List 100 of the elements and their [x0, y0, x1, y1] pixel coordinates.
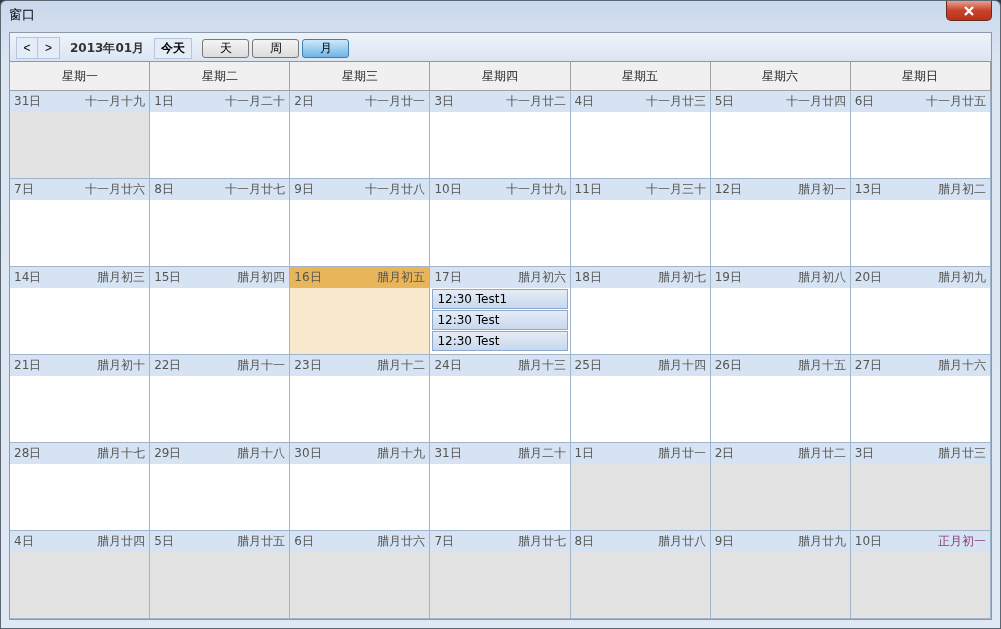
day-cell[interactable]: 8日 腊月廿八	[570, 531, 711, 619]
day-number: 9日	[714, 533, 735, 550]
day-number: 6日	[294, 533, 314, 550]
day-number: 27日	[854, 357, 883, 374]
day-number: 22日	[154, 357, 182, 374]
event-item[interactable]: 12:30 Test1	[432, 289, 568, 309]
day-number: 1日	[574, 445, 595, 462]
day-cell[interactable]: 16日 腊月初五	[290, 267, 431, 355]
lunar-date: 腊月廿三	[938, 445, 986, 462]
day-cell[interactable]: 7日 十一月廿六	[10, 179, 151, 267]
day-cell[interactable]: 1日 腊月廿一	[570, 443, 711, 531]
day-number: 10日	[434, 181, 462, 198]
event-item[interactable]: 12:30 Test	[432, 310, 568, 330]
day-cell[interactable]: 19日 腊月初八	[710, 267, 851, 355]
lunar-date: 腊月廿五	[237, 533, 286, 550]
day-cell[interactable]: 18日 腊月初七	[570, 267, 711, 355]
day-cell[interactable]: 8日 十一月廿七	[150, 179, 291, 267]
weekday-header: 星期二	[150, 62, 291, 91]
window-title: 窗口	[9, 6, 35, 24]
day-cell[interactable]: 23日 腊月十二	[290, 355, 431, 443]
day-cell[interactable]: 24日 腊月十三	[430, 355, 571, 443]
day-cell[interactable]: 3日 十一月廿二	[430, 91, 571, 179]
day-number: 20日	[854, 269, 883, 286]
lunar-date: 腊月初三	[97, 269, 146, 286]
weekday-header: 星期一	[10, 62, 151, 91]
lunar-date: 正月初一	[938, 533, 986, 550]
day-number: 17日	[434, 269, 462, 286]
day-number: 28日	[14, 445, 42, 462]
day-cell[interactable]: 26日 腊月十五	[710, 355, 851, 443]
day-cell[interactable]: 21日 腊月初十	[10, 355, 151, 443]
day-cell[interactable]: 27日 腊月十六	[850, 355, 991, 443]
day-cell[interactable]: 17日 腊月初六 12:30 Test1 12:30 Test 12:30 Test	[430, 267, 571, 355]
day-cell[interactable]: 5日 腊月廿五	[150, 531, 291, 619]
day-number: 2日	[714, 445, 735, 462]
weekday-header: 星期六	[710, 62, 851, 91]
day-number: 31日	[14, 93, 42, 110]
lunar-date: 腊月十九	[377, 445, 426, 462]
day-number: 3日	[434, 93, 455, 110]
lunar-date: 腊月初四	[237, 269, 286, 286]
lunar-date: 腊月十三	[517, 357, 566, 374]
day-cell[interactable]: 25日 腊月十四	[570, 355, 711, 443]
day-cell[interactable]: 14日 腊月初三	[10, 267, 151, 355]
lunar-date: 腊月初八	[797, 269, 846, 286]
lunar-date: 十一月十九	[85, 93, 146, 110]
next-button[interactable]: >	[38, 38, 59, 58]
day-cell[interactable]: 6日 腊月廿六	[290, 531, 431, 619]
lunar-date: 十一月廿九	[505, 181, 566, 198]
day-number: 8日	[154, 181, 174, 198]
lunar-date: 十一月廿二	[505, 93, 566, 110]
day-number: 18日	[574, 269, 602, 286]
day-cell[interactable]: 31日 十一月十九	[10, 91, 151, 179]
day-cell[interactable]: 30日 腊月十九	[290, 443, 431, 531]
day-cell[interactable]: 10日 正月初一	[850, 531, 991, 619]
day-number: 7日	[434, 533, 455, 550]
day-cell[interactable]: 3日 腊月廿三	[850, 443, 991, 531]
view-tab[interactable]: 月	[302, 38, 350, 58]
day-number: 23日	[294, 357, 322, 374]
day-number: 3日	[854, 445, 875, 462]
day-cell[interactable]: 31日 腊月二十	[430, 443, 571, 531]
day-cell[interactable]: 12日 腊月初一	[710, 179, 851, 267]
lunar-date: 腊月初十	[97, 357, 146, 374]
day-number: 12日	[714, 181, 742, 198]
day-cell[interactable]: 15日 腊月初四	[150, 267, 291, 355]
day-cell[interactable]: 28日 腊月十七	[10, 443, 151, 531]
day-cell[interactable]: 11日 十一月三十	[570, 179, 711, 267]
day-cell[interactable]: 7日 腊月廿七	[430, 531, 571, 619]
day-cell[interactable]: 13日 腊月初二	[850, 179, 991, 267]
day-cell[interactable]: 6日 十一月廿五	[850, 91, 991, 179]
day-cell[interactable]: 20日 腊月初九	[850, 267, 991, 355]
day-number: 5日	[714, 93, 735, 110]
lunar-date: 腊月十六	[938, 357, 986, 374]
day-cell[interactable]: 5日 十一月廿四	[710, 91, 851, 179]
day-cell[interactable]: 4日 十一月廿三	[570, 91, 711, 179]
previous-button[interactable]: <	[17, 38, 38, 58]
view-tab[interactable]: 天	[202, 38, 250, 58]
day-number: 25日	[574, 357, 602, 374]
day-number: 16日	[294, 269, 322, 286]
event-item[interactable]: 12:30 Test	[432, 331, 568, 351]
day-cell[interactable]: 22日 腊月十一	[150, 355, 291, 443]
lunar-date: 腊月廿六	[377, 533, 426, 550]
day-cell[interactable]: 4日 腊月廿四	[10, 531, 151, 619]
day-number: 15日	[154, 269, 182, 286]
day-cell[interactable]: 10日 十一月廿九	[430, 179, 571, 267]
today-button[interactable]: 今天	[154, 37, 193, 59]
day-cell[interactable]: 9日 十一月廿八	[290, 179, 431, 267]
weekday-header: 星期三	[290, 62, 431, 91]
day-cell[interactable]: 9日 腊月廿九	[710, 531, 851, 619]
view-tab[interactable]: 周	[252, 38, 300, 58]
day-number: 29日	[154, 445, 182, 462]
lunar-date: 腊月二十	[517, 445, 566, 462]
day-number: 31日	[434, 445, 462, 462]
day-number: 4日	[574, 93, 595, 110]
day-number: 9日	[294, 181, 314, 198]
day-cell[interactable]: 2日 十一月廿一	[290, 91, 431, 179]
close-button[interactable]	[946, 1, 992, 21]
day-number: 24日	[434, 357, 462, 374]
day-cell[interactable]: 2日 腊月廿二	[710, 443, 851, 531]
lunar-date: 腊月十八	[237, 445, 286, 462]
day-cell[interactable]: 1日 十一月二十	[150, 91, 291, 179]
day-cell[interactable]: 29日 腊月十八	[150, 443, 291, 531]
